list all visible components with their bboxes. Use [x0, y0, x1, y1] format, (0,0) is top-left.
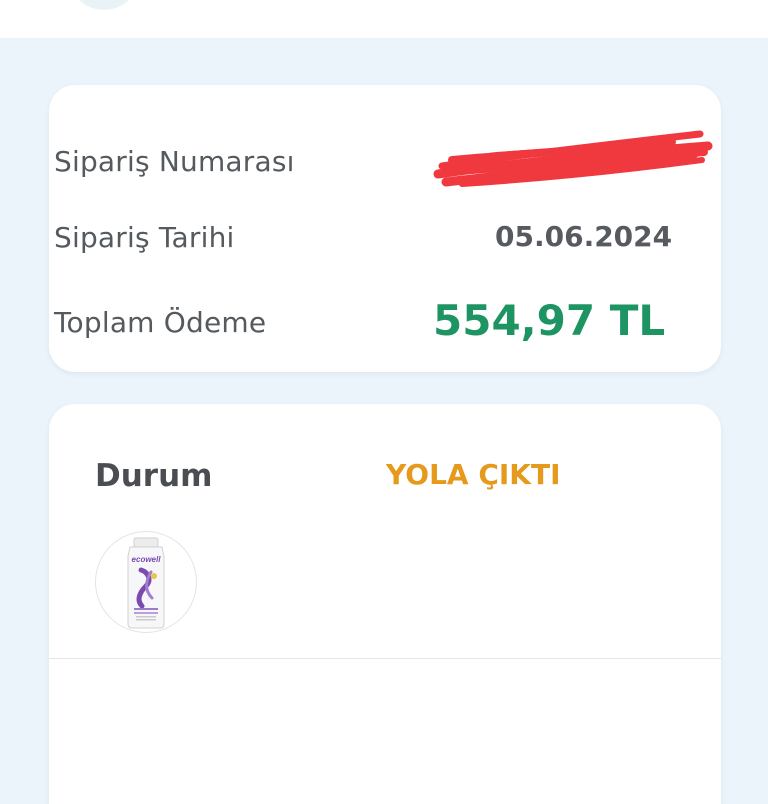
order-number-label: Sipariş Numarası — [54, 145, 295, 178]
product-thumbnail[interactable]: ecowell — [95, 531, 197, 633]
status-badge: YOLA ÇIKTI — [386, 458, 561, 491]
redacted-order-number — [433, 130, 713, 187]
avatar[interactable] — [68, 0, 140, 10]
status-label: Durum — [95, 458, 213, 494]
total-payment-value: 554,97 TL — [433, 296, 666, 345]
divider — [49, 658, 721, 659]
shampoo-bottle-icon: ecowell — [127, 537, 165, 629]
total-payment-label: Toplam Ödeme — [54, 306, 267, 339]
top-bar — [0, 0, 768, 38]
product-brand-text: ecowell — [132, 555, 162, 564]
order-date-label: Sipariş Tarihi — [54, 221, 235, 254]
order-date-value: 05.06.2024 — [495, 220, 673, 253]
